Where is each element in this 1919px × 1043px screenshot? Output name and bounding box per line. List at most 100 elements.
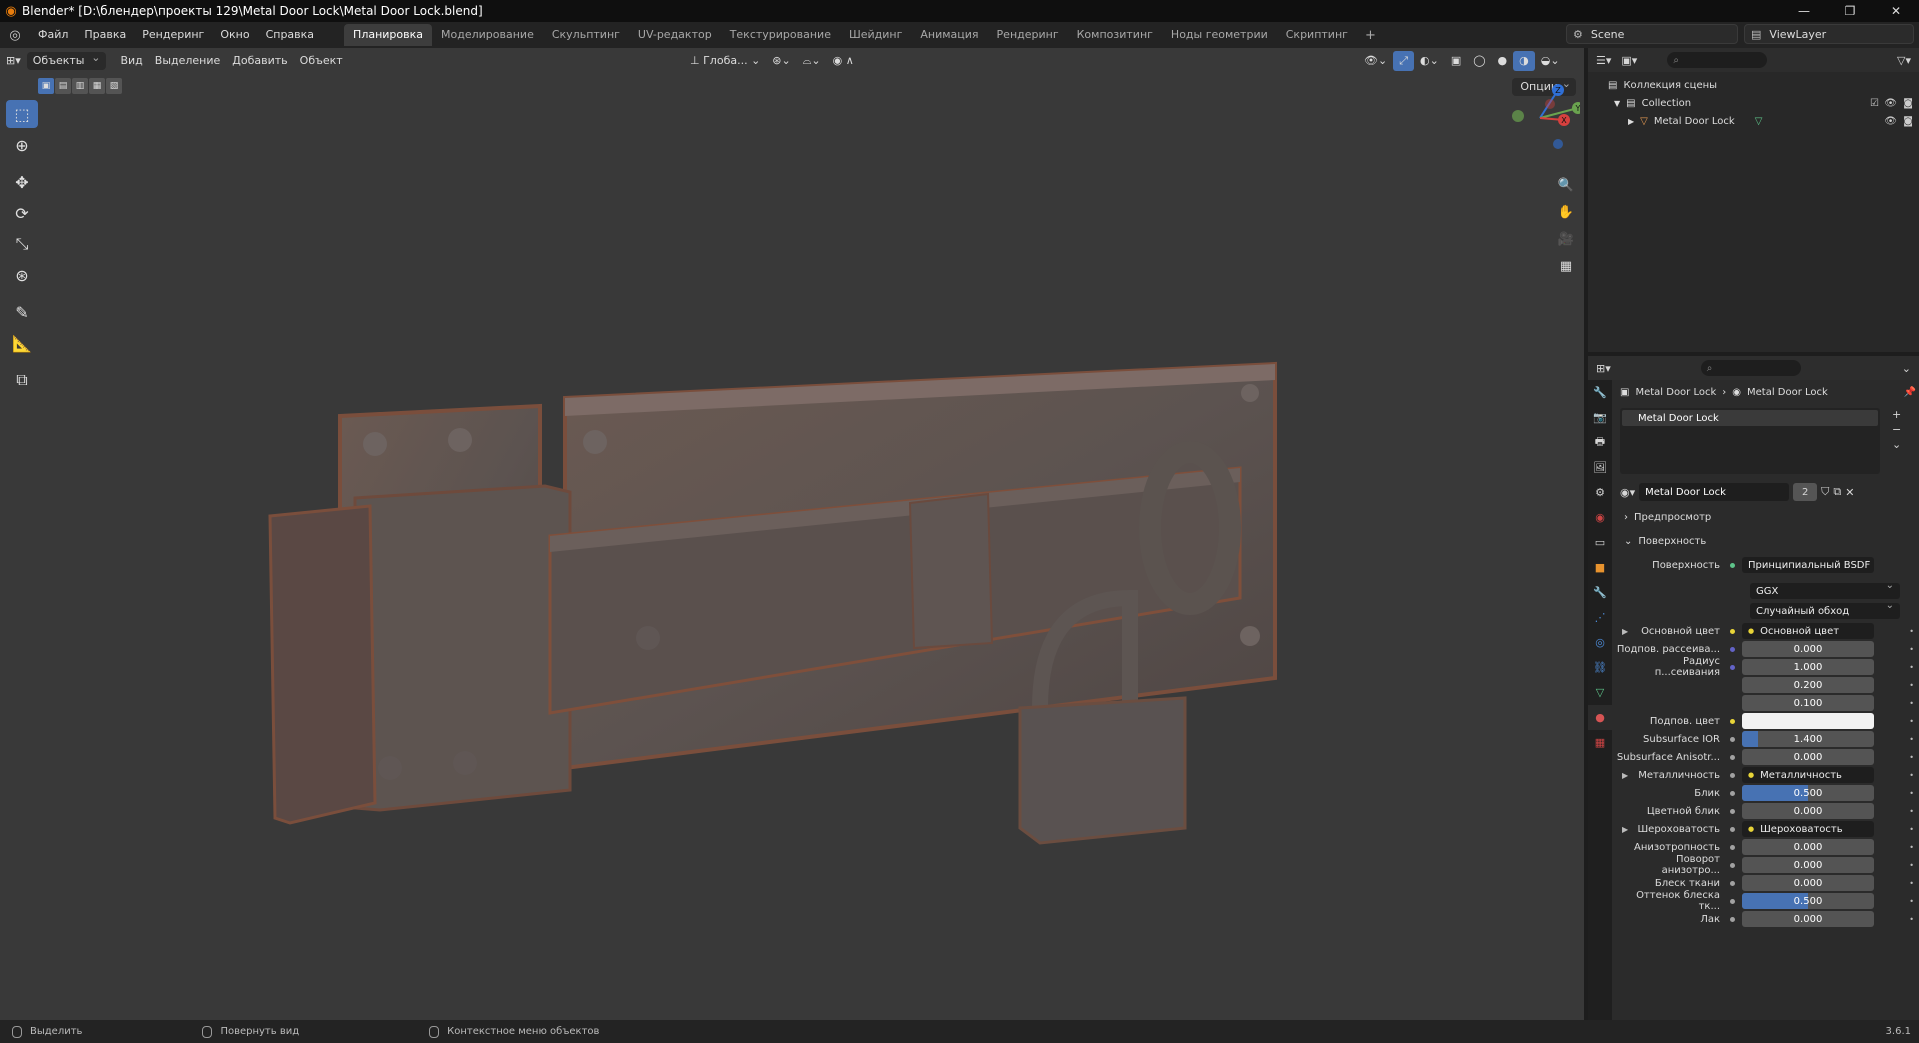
- particles-tab-icon[interactable]: ⋰: [1588, 605, 1612, 630]
- collection-tab-icon[interactable]: ▭: [1588, 530, 1612, 555]
- number-field[interactable]: 0.500: [1742, 785, 1874, 801]
- menu-window[interactable]: Окно: [212, 22, 257, 48]
- expand-arrow-icon[interactable]: ▶: [1622, 825, 1628, 834]
- camera-icon[interactable]: ◙: [1903, 116, 1913, 127]
- constraints-tab-icon[interactable]: ⛓: [1588, 655, 1612, 680]
- shading-wireframe-icon[interactable]: ◯: [1467, 51, 1491, 71]
- menu-render[interactable]: Рендеринг: [134, 22, 212, 48]
- tab-layout[interactable]: Планировка: [344, 24, 433, 46]
- socket-icon[interactable]: [1726, 733, 1738, 745]
- editor-type-icon[interactable]: ⊞▾: [1596, 362, 1611, 375]
- keyframe-dot-icon[interactable]: •: [1909, 699, 1914, 708]
- linked-input-field[interactable]: ● Металличность: [1742, 767, 1874, 783]
- annotate-icon[interactable]: ✎: [6, 298, 38, 326]
- menu-add[interactable]: Добавить: [226, 51, 293, 71]
- editor-type-icon[interactable]: ⊞▾: [0, 51, 27, 71]
- world-tab-icon[interactable]: ◉: [1588, 505, 1612, 530]
- expand-arrow-icon[interactable]: ▼: [1614, 99, 1620, 108]
- transform-orientation-dropdown[interactable]: ⊥ Глоба... ⌄: [684, 51, 766, 71]
- data-tab-icon[interactable]: ▽: [1588, 680, 1612, 705]
- keyframe-dot-icon[interactable]: •: [1909, 771, 1914, 780]
- overlays-icon[interactable]: ◐⌄: [1414, 51, 1445, 71]
- material-users-count[interactable]: 2: [1793, 483, 1818, 501]
- keyframe-dot-icon[interactable]: •: [1909, 825, 1914, 834]
- visibility-icon[interactable]: 👁⌄: [1358, 51, 1393, 71]
- number-field[interactable]: 1.400: [1742, 731, 1874, 747]
- material-browse-icon[interactable]: ◉▾: [1620, 486, 1635, 499]
- socket-icon[interactable]: [1726, 625, 1738, 637]
- checkbox-icon[interactable]: ☑: [1870, 98, 1879, 109]
- menu-select[interactable]: Выделение: [149, 51, 227, 71]
- eye-icon[interactable]: 👁: [1884, 98, 1897, 109]
- minimize-button[interactable]: —: [1781, 0, 1827, 22]
- expand-arrow-icon[interactable]: ▶: [1622, 627, 1628, 636]
- xray-icon[interactable]: ▣: [1445, 51, 1467, 71]
- tab-uv-editing[interactable]: UV-редактор: [629, 24, 721, 46]
- number-field[interactable]: 0.000: [1742, 857, 1874, 873]
- 3d-viewport[interactable]: ⊞▾ Объекты Вид Выделение Добавить Объект…: [0, 48, 1584, 1020]
- texture-tab-icon[interactable]: ▦: [1588, 730, 1612, 755]
- distribution-dropdown[interactable]: GGX: [1750, 580, 1900, 599]
- rotate-icon[interactable]: ⟳: [6, 199, 38, 227]
- unlink-icon[interactable]: ✕: [1845, 486, 1854, 499]
- socket-icon[interactable]: [1726, 877, 1738, 889]
- select-new-icon[interactable]: ▣: [38, 78, 54, 94]
- material-name-field[interactable]: Metal Door Lock: [1639, 483, 1790, 501]
- scene-selector[interactable]: ⚙ Scene: [1566, 24, 1738, 44]
- add-cube-icon[interactable]: ⧉: [6, 366, 38, 394]
- tool-tab-icon[interactable]: 🔧: [1588, 380, 1612, 405]
- tab-texture-paint[interactable]: Текстурирование: [721, 24, 840, 46]
- eye-icon[interactable]: 👁: [1884, 116, 1897, 127]
- snap-icon[interactable]: ⌓⌄: [797, 51, 827, 71]
- pan-hand-icon[interactable]: ✋: [1554, 200, 1578, 224]
- keyframe-dot-icon[interactable]: •: [1909, 753, 1914, 762]
- number-field[interactable]: 0.100: [1742, 695, 1874, 711]
- menu-help[interactable]: Справка: [258, 22, 322, 48]
- keyframe-dot-icon[interactable]: •: [1909, 789, 1914, 798]
- camera-view-icon[interactable]: 🎥: [1554, 227, 1578, 251]
- keyframe-dot-icon[interactable]: •: [1909, 681, 1914, 690]
- socket-icon[interactable]: [1726, 679, 1738, 691]
- physics-tab-icon[interactable]: ◎: [1588, 630, 1612, 655]
- tab-compositing[interactable]: Композитинг: [1068, 24, 1162, 46]
- keyframe-dot-icon[interactable]: •: [1909, 807, 1914, 816]
- modifiers-tab-icon[interactable]: 🔧: [1588, 580, 1612, 605]
- add-workspace-icon[interactable]: +: [1357, 28, 1384, 43]
- tab-modeling[interactable]: Моделирование: [432, 24, 543, 46]
- number-field[interactable]: 0.000: [1742, 875, 1874, 891]
- select-extend-icon[interactable]: ▤: [55, 78, 71, 94]
- number-field[interactable]: 0.000: [1742, 803, 1874, 819]
- menu-view[interactable]: Вид: [114, 51, 148, 71]
- render-tab-icon[interactable]: 📷: [1588, 405, 1612, 430]
- tab-rendering[interactable]: Рендеринг: [988, 24, 1068, 46]
- scene-tab-icon[interactable]: ⚙: [1588, 480, 1612, 505]
- pin-icon[interactable]: 📌: [1904, 387, 1916, 398]
- menu-edit[interactable]: Правка: [76, 22, 134, 48]
- view-layer-tab-icon[interactable]: 🖼: [1588, 455, 1612, 480]
- keyframe-dot-icon[interactable]: •: [1909, 717, 1914, 726]
- keyframe-dot-icon[interactable]: •: [1909, 627, 1914, 636]
- number-field[interactable]: 1.000: [1742, 659, 1874, 675]
- shading-solid-icon[interactable]: ●: [1492, 51, 1514, 71]
- surface-shader-field[interactable]: Принципиальный BSDF: [1742, 557, 1874, 573]
- socket-icon[interactable]: [1726, 805, 1738, 817]
- socket-icon[interactable]: [1726, 697, 1738, 709]
- socket-icon[interactable]: [1726, 859, 1738, 871]
- preview-panel-header[interactable]: › Предпросмотр: [1616, 506, 1916, 528]
- mode-dropdown[interactable]: Объекты: [26, 49, 107, 70]
- add-slot-icon[interactable]: +: [1892, 408, 1901, 421]
- measure-icon[interactable]: 📐: [6, 329, 38, 357]
- number-field[interactable]: 0.000: [1742, 749, 1874, 765]
- expand-arrow-icon[interactable]: ▶: [1628, 117, 1634, 126]
- output-tab-icon[interactable]: 🖶: [1588, 430, 1612, 455]
- shading-rendered-icon[interactable]: ◒⌄: [1535, 51, 1566, 71]
- select-difference-icon[interactable]: ▦: [89, 78, 105, 94]
- outliner-row-collection[interactable]: ▼ ▤ Collection ☑ 👁 ◙: [1588, 94, 1919, 112]
- subsurface-method-dropdown[interactable]: Случайный обход: [1750, 600, 1900, 619]
- socket-icon[interactable]: [1726, 661, 1738, 673]
- transform-icon[interactable]: ⊛: [6, 261, 38, 289]
- color-swatch[interactable]: [1742, 713, 1874, 729]
- material-slot-list[interactable]: Metal Door Lock: [1620, 408, 1880, 474]
- remove-slot-icon[interactable]: −: [1892, 423, 1901, 436]
- keyframe-dot-icon[interactable]: •: [1909, 645, 1914, 654]
